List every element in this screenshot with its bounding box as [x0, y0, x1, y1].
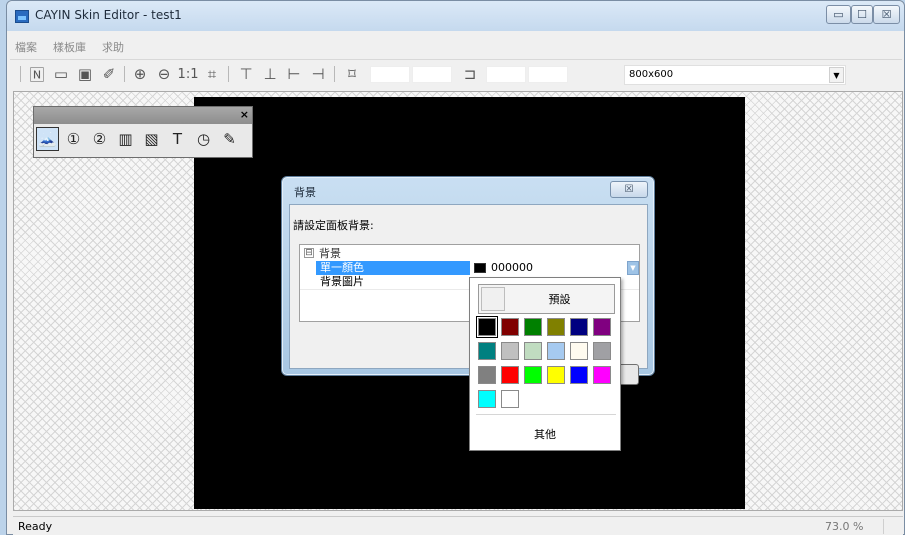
color-swatch-option[interactable] — [476, 316, 498, 338]
background-tool-icon[interactable]: 🗻 — [36, 127, 59, 151]
open-icon[interactable]: ▭ — [51, 64, 71, 84]
pos-y-field[interactable] — [528, 66, 568, 83]
default-color-button[interactable]: 預設 — [478, 284, 615, 314]
property-name-color: 單一顏色 — [316, 261, 470, 275]
color-swatch-option[interactable] — [524, 342, 542, 360]
color-swatch-option[interactable] — [593, 366, 611, 384]
color-swatch-option[interactable] — [570, 318, 588, 336]
chevron-down-icon[interactable]: ▼ — [829, 67, 844, 83]
menu-templates[interactable]: 樣板庫 — [51, 39, 88, 57]
color-swatch-option[interactable] — [593, 342, 611, 360]
color-swatch-option[interactable] — [501, 318, 519, 336]
close-button[interactable]: ☒ — [873, 5, 900, 24]
align-right-icon[interactable]: ⊣ — [308, 64, 328, 84]
height-field[interactable] — [412, 66, 452, 83]
property-row-color[interactable]: 單一顏色 000000 ▼ — [300, 261, 639, 275]
default-color-label: 預設 — [548, 293, 571, 306]
other-colors-button[interactable]: 其他 — [470, 426, 620, 442]
minimize-button[interactable]: ▭ — [826, 5, 851, 24]
dropdown-arrow-icon[interactable]: ▼ — [627, 261, 639, 275]
color-swatch-option[interactable] — [478, 342, 496, 360]
size-icon[interactable]: ⌑ — [342, 64, 362, 84]
collapse-icon[interactable]: ⊟ — [304, 248, 314, 258]
status-text: Ready — [18, 520, 53, 533]
tool-icon[interactable]: ✎ — [218, 127, 241, 151]
new-icon[interactable]: 🄽 — [27, 64, 47, 84]
edit-icon[interactable]: ✐ — [99, 64, 119, 84]
property-value-color[interactable]: 000000 — [472, 261, 629, 275]
import-icon[interactable]: ▣ — [75, 64, 95, 84]
tool-palette: × 🗻 ① ② ▥ ▧ T ◷ ✎ — [33, 106, 253, 158]
color-picker-popup: 預設 其他 — [469, 277, 621, 451]
toolbar: 🄽 ▭ ▣ ✐ ⊕ ⊖ 1:1 ⌗ ⊤ ⊥ ⊢ ⊣ ⌑ ⊐ 800x600 ▼ — [10, 59, 902, 87]
app-window: CAYIN Skin Editor - test1 ▭ ☐ ☒ 檔案 樣板庫 求… — [6, 0, 905, 535]
window-title: CAYIN Skin Editor - test1 — [35, 8, 182, 22]
rotate-icon[interactable]: ⊐ — [460, 64, 480, 84]
fit-icon[interactable]: ⌗ — [202, 64, 222, 84]
align-bottom-icon[interactable]: ⊥ — [260, 64, 280, 84]
text-tool-icon[interactable]: T — [166, 127, 189, 151]
zoom-out-icon[interactable]: ⊖ — [154, 64, 174, 84]
zone4-tool-icon[interactable]: ▧ — [140, 127, 163, 151]
color-swatch — [474, 263, 486, 273]
color-swatch-option[interactable] — [570, 342, 588, 360]
category-label: 背景 — [319, 247, 341, 260]
color-swatch-option[interactable] — [478, 366, 496, 384]
palette-close-icon[interactable]: × — [240, 108, 249, 121]
color-swatch-option[interactable] — [501, 342, 519, 360]
dialog-close-button[interactable]: ☒ — [610, 181, 648, 198]
default-color-swatch — [481, 287, 505, 311]
color-swatch-option[interactable] — [524, 366, 542, 384]
menu-help[interactable]: 求助 — [100, 39, 126, 57]
color-swatch-option[interactable] — [547, 342, 565, 360]
resolution-value: 800x600 — [629, 69, 674, 80]
width-field[interactable] — [370, 66, 410, 83]
color-swatch-option[interactable] — [547, 318, 565, 336]
color-value-text: 000000 — [491, 261, 533, 274]
pos-x-field[interactable] — [486, 66, 526, 83]
dialog-prompt: 請設定面板背景: — [293, 219, 374, 232]
zoom-level: 73.0 % — [825, 520, 864, 533]
palette-header[interactable]: × — [34, 107, 252, 124]
app-icon — [15, 10, 29, 23]
title-bar: CAYIN Skin Editor - test1 ▭ ☐ ☒ — [7, 1, 904, 31]
color-swatch-option[interactable] — [593, 318, 611, 336]
zone1-tool-icon[interactable]: ① — [62, 127, 85, 151]
color-swatch-option[interactable] — [570, 366, 588, 384]
zoom-in-icon[interactable]: ⊕ — [130, 64, 150, 84]
zone3-tool-icon[interactable]: ▥ — [114, 127, 137, 151]
color-swatch-option[interactable] — [524, 318, 542, 336]
resolution-select[interactable]: 800x600 ▼ — [624, 65, 846, 85]
color-swatch-option[interactable] — [478, 390, 496, 408]
dialog-title: 背景 — [294, 186, 316, 199]
zone2-tool-icon[interactable]: ② — [88, 127, 111, 151]
color-swatch-option[interactable] — [501, 390, 519, 408]
menu-bar: 檔案 樣板庫 求助 — [13, 39, 126, 57]
menu-file[interactable]: 檔案 — [13, 39, 39, 57]
palette-tools: 🗻 ① ② ▥ ▧ T ◷ ✎ — [36, 127, 241, 151]
align-top-icon[interactable]: ⊤ — [236, 64, 256, 84]
align-left-icon[interactable]: ⊢ — [284, 64, 304, 84]
clock-tool-icon[interactable]: ◷ — [192, 127, 215, 151]
actual-size-icon[interactable]: 1:1 — [178, 64, 199, 84]
property-category[interactable]: ⊟ 背景 — [300, 247, 639, 261]
color-swatch-option[interactable] — [547, 366, 565, 384]
status-bar: Ready 73.0 % — [13, 516, 903, 535]
color-swatch-option[interactable] — [501, 366, 519, 384]
maximize-button[interactable]: ☐ — [851, 5, 873, 24]
property-name-image: 背景圖片 — [320, 275, 364, 288]
